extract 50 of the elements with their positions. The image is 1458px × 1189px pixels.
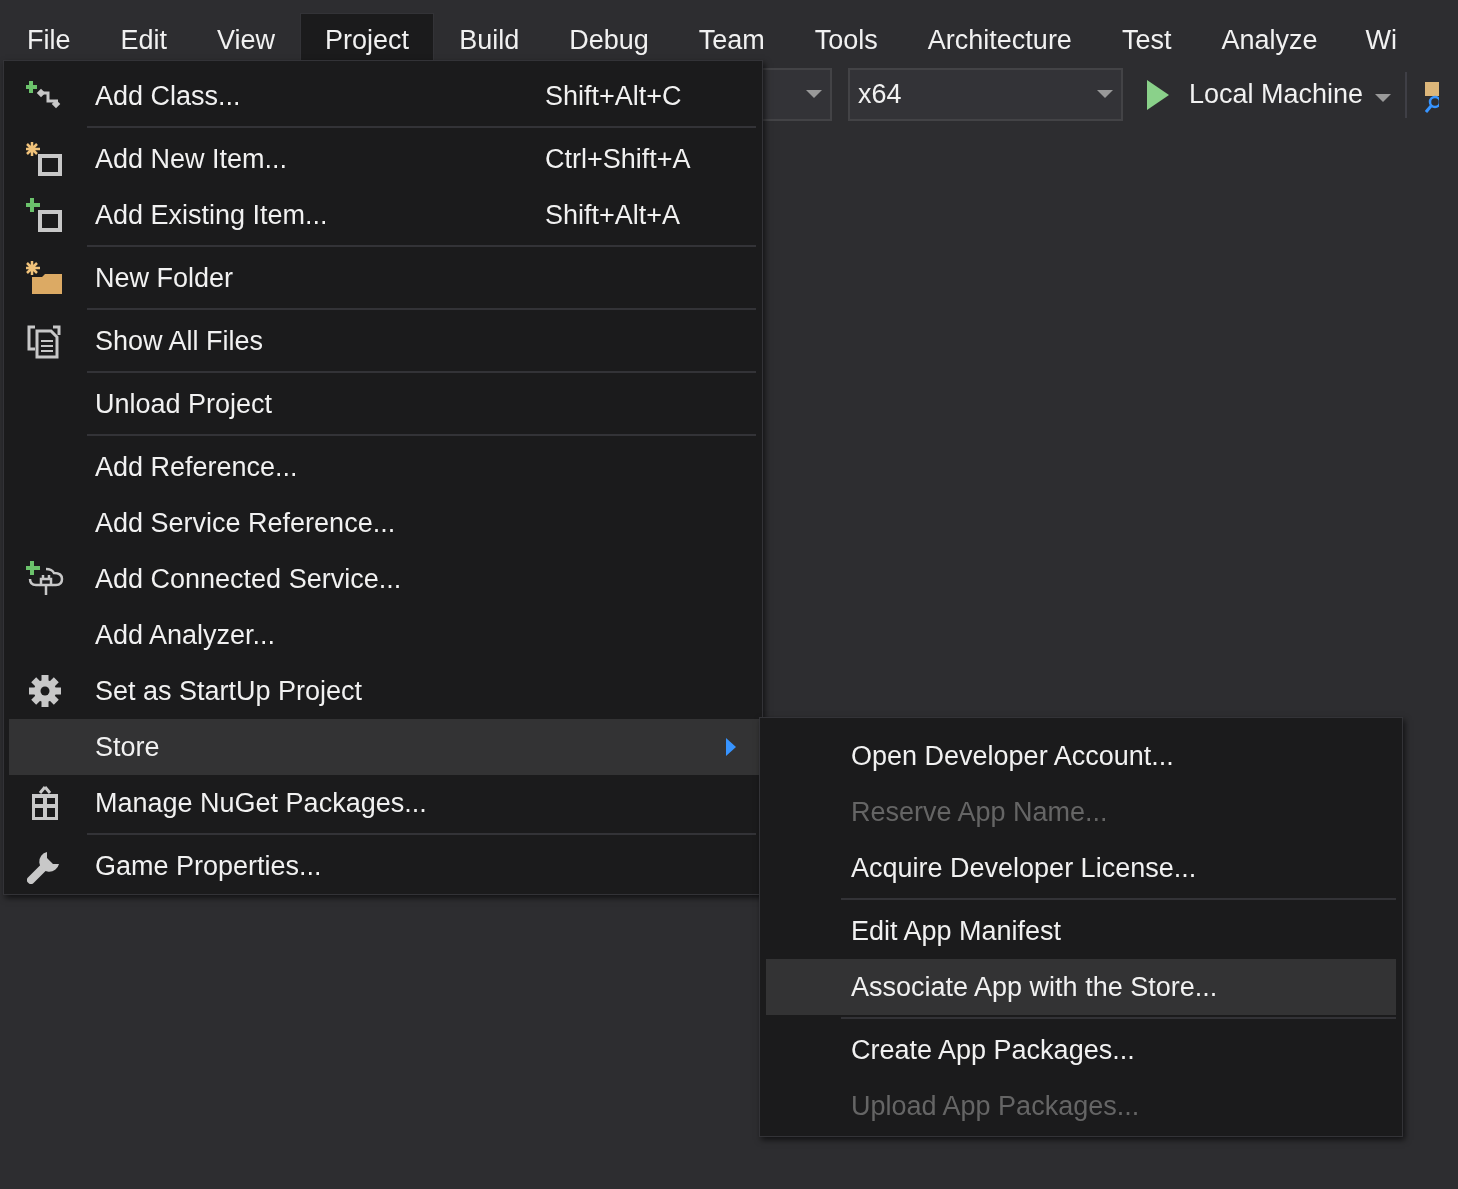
shortcut-text: Shift+Alt+C (545, 79, 682, 113)
gear-icon (27, 673, 63, 709)
menu-bar-item[interactable]: Architecture (902, 13, 1097, 60)
menu-bar-item[interactable]: Build (434, 13, 545, 60)
menu-bar-item[interactable]: View (192, 13, 301, 60)
menu-bar-item[interactable]: Wi (1342, 13, 1398, 60)
menu-item[interactable]: Add Service Reference... (9, 495, 762, 551)
platform-value: x64 (858, 78, 902, 112)
shortcut-text: Shift+Alt+A (545, 198, 681, 232)
menu-item[interactable]: Create App Packages... (766, 1022, 1396, 1078)
menu-bar-item[interactable]: Test (1096, 13, 1197, 60)
menu-item[interactable]: Add Reference... (9, 439, 762, 495)
menu-item[interactable]: Manage NuGet Packages... (9, 775, 762, 831)
menu-item[interactable]: Add Existing Item... Shift+Alt+A (9, 187, 762, 243)
run-button[interactable]: Local Machine (1147, 68, 1364, 121)
menu-bar-item[interactable]: Project (300, 13, 435, 60)
menu-item[interactable]: Edit App Manifest (766, 903, 1396, 959)
cloud-plug-icon (26, 561, 64, 597)
search-folder-icon[interactable] (1425, 82, 1440, 114)
new-item-icon (26, 142, 64, 176)
menu-item[interactable]: Unload Project (9, 376, 762, 432)
menu-item[interactable]: New Folder (9, 250, 762, 306)
menu-bar-item[interactable]: Team (673, 13, 790, 60)
caret-icon (1097, 90, 1113, 99)
menu-item[interactable]: Game Properties... (9, 838, 762, 894)
caret-icon (1375, 94, 1392, 103)
files-icon (27, 323, 63, 359)
menu-item[interactable]: Acquire Developer License... (766, 840, 1396, 896)
menu-bar-item[interactable]: Edit (95, 13, 193, 60)
menu-bar-item[interactable]: Analyze (1196, 13, 1343, 60)
menu-bar-item[interactable]: File (2, 13, 96, 60)
submenu-arrow-icon (726, 738, 736, 756)
menu-item[interactable]: Set as StartUp Project (9, 663, 762, 719)
menu-item[interactable]: Add Analyzer... (9, 607, 762, 663)
menu-item[interactable]: Add New Item... Ctrl+Shift+A (9, 131, 762, 187)
platform-dropdown[interactable]: x64 (848, 68, 1123, 121)
menu-item[interactable]: Add Connected Service... (9, 551, 762, 607)
submenu-item[interactable]: Store (9, 719, 762, 775)
shortcut-text: Ctrl+Shift+A (545, 142, 691, 176)
new-folder-icon (26, 261, 64, 295)
menu-item[interactable]: Show All Files (9, 313, 762, 369)
menu-item[interactable]: Open Developer Account... (766, 728, 1396, 784)
menu-bar-item[interactable]: Tools (789, 13, 903, 60)
menu-item[interactable]: Associate App with the Store... (766, 959, 1396, 1015)
play-icon (1147, 79, 1169, 110)
gift-icon (30, 785, 60, 821)
menu-item[interactable]: Add Class... Shift+Alt+C (9, 68, 762, 124)
caret-icon (806, 90, 822, 99)
add-item-icon (26, 198, 64, 232)
menu-bar-item[interactable]: Debug (544, 13, 674, 60)
